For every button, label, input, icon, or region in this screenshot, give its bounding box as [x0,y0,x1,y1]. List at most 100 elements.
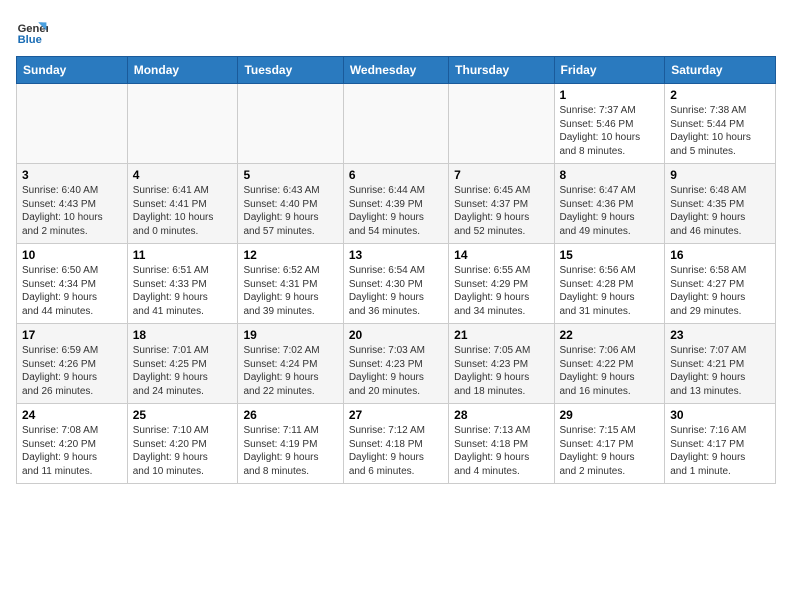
calendar-cell: 1 Sunrise: 7:37 AM Sunset: 5:46 PM Daylig… [554,84,665,164]
day-number: 14 [454,248,548,262]
calendar-cell [449,84,554,164]
header-day: Wednesday [343,57,448,84]
day-info: Sunrise: 6:55 AM Sunset: 4:29 PM Dayligh… [454,264,548,318]
calendar-cell: 25 Sunrise: 7:10 AM Sunset: 4:20 PM Dayli… [127,404,238,484]
day-number: 12 [243,248,337,262]
day-info: Sunrise: 7:03 AM Sunset: 4:23 PM Dayligh… [349,344,443,398]
calendar-week-row: 3Sunrise: 6:40 AM Sunset: 4:43 PM Daylig… [17,164,776,244]
day-number: 10 [22,248,122,262]
calendar-cell: 17Sunrise: 6:59 AM Sunset: 4:26 PM Dayli… [17,324,128,404]
calendar-week-row: 1 Sunrise: 7:37 AM Sunset: 5:46 PM Daylig… [17,84,776,164]
calendar-cell: 22Sunrise: 7:06 AM Sunset: 4:22 PM Dayli… [554,324,665,404]
day-number: 1 [560,88,660,102]
calendar-cell: 13 Sunrise: 6:54 AM Sunset: 4:30 PM Dayli… [343,244,448,324]
day-number: 28 [454,408,548,422]
calendar-cell: 7 Sunrise: 6:45 AM Sunset: 4:37 PM Daylig… [449,164,554,244]
calendar-cell [127,84,238,164]
day-number: 13 [349,248,443,262]
day-info: Sunrise: 6:58 AM Sunset: 4:27 PM Dayligh… [670,264,770,318]
day-info: Sunrise: 7:13 AM Sunset: 4:18 PM Dayligh… [454,424,548,478]
day-info: Sunrise: 7:38 AM Sunset: 5:44 PM Dayligh… [670,104,770,158]
day-info: Sunrise: 7:01 AM Sunset: 4:25 PM Dayligh… [133,344,233,398]
calendar-cell: 21 Sunrise: 7:05 AM Sunset: 4:23 PM Dayli… [449,324,554,404]
calendar-cell: 5 Sunrise: 6:43 AM Sunset: 4:40 PM Daylig… [238,164,343,244]
logo: General Blue [16,16,52,48]
day-number: 11 [133,248,233,262]
header-row: SundayMondayTuesdayWednesdayThursdayFrid… [17,57,776,84]
day-number: 17 [22,328,122,342]
calendar-cell: 12 Sunrise: 6:52 AM Sunset: 4:31 PM Dayli… [238,244,343,324]
calendar-body: 1 Sunrise: 7:37 AM Sunset: 5:46 PM Daylig… [17,84,776,484]
day-info: Sunrise: 6:56 AM Sunset: 4:28 PM Dayligh… [560,264,660,318]
day-number: 8 [560,168,660,182]
day-number: 29 [560,408,660,422]
calendar-cell: 29Sunrise: 7:15 AM Sunset: 4:17 PM Dayli… [554,404,665,484]
calendar-cell: 16 Sunrise: 6:58 AM Sunset: 4:27 PM Dayli… [665,244,776,324]
calendar-cell: 30 Sunrise: 7:16 AM Sunset: 4:17 PM Dayli… [665,404,776,484]
day-info: Sunrise: 6:51 AM Sunset: 4:33 PM Dayligh… [133,264,233,318]
calendar-cell: 15 Sunrise: 6:56 AM Sunset: 4:28 PM Dayli… [554,244,665,324]
svg-text:Blue: Blue [18,34,42,46]
calendar-cell: 6 Sunrise: 6:44 AM Sunset: 4:39 PM Daylig… [343,164,448,244]
header-day: Tuesday [238,57,343,84]
day-number: 24 [22,408,122,422]
calendar-cell: 23 Sunrise: 7:07 AM Sunset: 4:21 PM Dayli… [665,324,776,404]
calendar-week-row: 17Sunrise: 6:59 AM Sunset: 4:26 PM Dayli… [17,324,776,404]
day-number: 9 [670,168,770,182]
day-info: Sunrise: 7:16 AM Sunset: 4:17 PM Dayligh… [670,424,770,478]
day-info: Sunrise: 7:12 AM Sunset: 4:18 PM Dayligh… [349,424,443,478]
day-info: Sunrise: 6:47 AM Sunset: 4:36 PM Dayligh… [560,184,660,238]
calendar-cell [17,84,128,164]
header-day: Friday [554,57,665,84]
day-info: Sunrise: 7:07 AM Sunset: 4:21 PM Dayligh… [670,344,770,398]
calendar-cell: 20 Sunrise: 7:03 AM Sunset: 4:23 PM Dayli… [343,324,448,404]
day-number: 26 [243,408,337,422]
calendar-cell: 24 Sunrise: 7:08 AM Sunset: 4:20 PM Dayli… [17,404,128,484]
header-day: Thursday [449,57,554,84]
calendar-cell: 26 Sunrise: 7:11 AM Sunset: 4:19 PM Dayli… [238,404,343,484]
day-info: Sunrise: 6:41 AM Sunset: 4:41 PM Dayligh… [133,184,233,238]
day-number: 7 [454,168,548,182]
day-number: 18 [133,328,233,342]
day-number: 25 [133,408,233,422]
day-number: 30 [670,408,770,422]
calendar-week-row: 24 Sunrise: 7:08 AM Sunset: 4:20 PM Dayli… [17,404,776,484]
day-info: Sunrise: 6:44 AM Sunset: 4:39 PM Dayligh… [349,184,443,238]
day-number: 16 [670,248,770,262]
day-info: Sunrise: 7:05 AM Sunset: 4:23 PM Dayligh… [454,344,548,398]
calendar-cell: 10Sunrise: 6:50 AM Sunset: 4:34 PM Dayli… [17,244,128,324]
calendar-cell: 27 Sunrise: 7:12 AM Sunset: 4:18 PM Dayli… [343,404,448,484]
day-number: 23 [670,328,770,342]
calendar-cell: 4Sunrise: 6:41 AM Sunset: 4:41 PM Daylig… [127,164,238,244]
calendar-cell: 2 Sunrise: 7:38 AM Sunset: 5:44 PM Daylig… [665,84,776,164]
day-info: Sunrise: 6:48 AM Sunset: 4:35 PM Dayligh… [670,184,770,238]
day-info: Sunrise: 7:06 AM Sunset: 4:22 PM Dayligh… [560,344,660,398]
header-day: Monday [127,57,238,84]
day-number: 6 [349,168,443,182]
day-info: Sunrise: 7:11 AM Sunset: 4:19 PM Dayligh… [243,424,337,478]
day-info: Sunrise: 6:43 AM Sunset: 4:40 PM Dayligh… [243,184,337,238]
day-number: 5 [243,168,337,182]
day-number: 27 [349,408,443,422]
day-info: Sunrise: 6:52 AM Sunset: 4:31 PM Dayligh… [243,264,337,318]
day-info: Sunrise: 7:10 AM Sunset: 4:20 PM Dayligh… [133,424,233,478]
calendar-cell: 11 Sunrise: 6:51 AM Sunset: 4:33 PM Dayli… [127,244,238,324]
calendar-cell [238,84,343,164]
calendar-cell: 3Sunrise: 6:40 AM Sunset: 4:43 PM Daylig… [17,164,128,244]
day-info: Sunrise: 6:54 AM Sunset: 4:30 PM Dayligh… [349,264,443,318]
calendar-cell: 8 Sunrise: 6:47 AM Sunset: 4:36 PM Daylig… [554,164,665,244]
logo-icon: General Blue [16,16,48,48]
day-info: Sunrise: 7:37 AM Sunset: 5:46 PM Dayligh… [560,104,660,158]
day-number: 2 [670,88,770,102]
day-number: 20 [349,328,443,342]
day-info: Sunrise: 7:08 AM Sunset: 4:20 PM Dayligh… [22,424,122,478]
day-info: Sunrise: 7:02 AM Sunset: 4:24 PM Dayligh… [243,344,337,398]
day-info: Sunrise: 6:45 AM Sunset: 4:37 PM Dayligh… [454,184,548,238]
day-number: 3 [22,168,122,182]
day-number: 19 [243,328,337,342]
day-number: 15 [560,248,660,262]
calendar-week-row: 10Sunrise: 6:50 AM Sunset: 4:34 PM Dayli… [17,244,776,324]
header-day: Saturday [665,57,776,84]
calendar-cell: 14 Sunrise: 6:55 AM Sunset: 4:29 PM Dayli… [449,244,554,324]
day-number: 21 [454,328,548,342]
